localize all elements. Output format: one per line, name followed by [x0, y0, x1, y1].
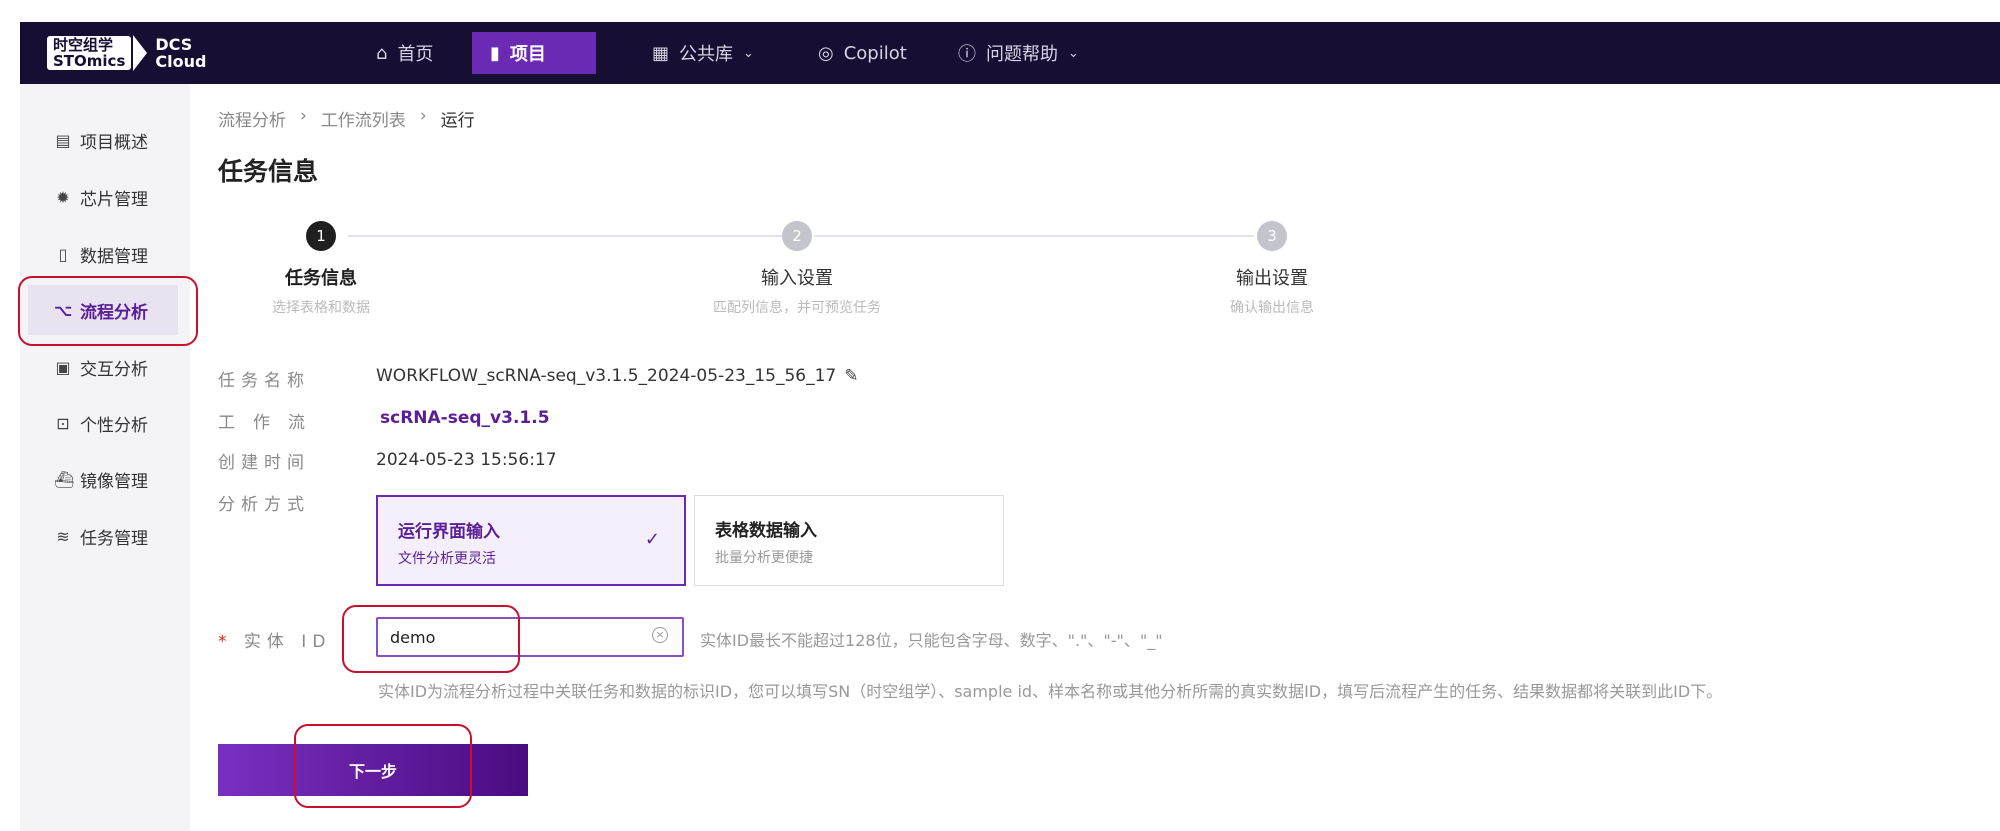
step-3-subtitle: 确认输出信息 [1230, 300, 1314, 316]
help-icon: ⓘ [958, 44, 976, 65]
data-file-icon: ▯ [58, 244, 68, 264]
layers-icon: ≋ [56, 526, 70, 546]
nav-copilot[interactable]: ◎ Copilot [800, 32, 925, 74]
workflow-icon: ⌥ [54, 300, 73, 320]
sidebar-item-image[interactable]: ⛴ 镜像管理 [28, 454, 198, 504]
breadcrumb-separator-icon: › [419, 106, 427, 126]
workflow-value: scRNA-seq_v3.1.5 [380, 408, 550, 428]
breadcrumb-separator-icon: › [300, 106, 307, 126]
logo-product-name: DCS Cloud [155, 35, 207, 71]
breadcrumb-current: 运行 [440, 111, 475, 131]
nav-public-library[interactable]: ▦ 公共库 ⌄ [634, 32, 772, 74]
grid-icon: ▦ [652, 42, 670, 64]
chevron-down-icon: ⌄ [1068, 45, 1079, 61]
sidebar-item-chip[interactable]: ✹ 芯片管理 [28, 172, 198, 222]
step-2-subtitle: 匹配列信息，并可预览任务 [713, 300, 881, 316]
check-icon: ✓ [644, 529, 660, 550]
step-1-indicator: 1 [306, 221, 336, 251]
step-connector [814, 235, 1254, 237]
sidebar: ▤ 项目概述 ✹ 芯片管理 ▯ 数据管理 ⌥ 流程分析 ▣ 交互分析 ⊡ 个性分… [20, 84, 190, 831]
step-2-title: 输入设置 [761, 268, 833, 289]
breadcrumb-item[interactable]: 工作流列表 [321, 106, 406, 131]
next-step-button[interactable]: 下一步 [218, 744, 528, 796]
sidebar-item-custom[interactable]: ⊡ 个性分析 [28, 398, 198, 448]
step-3-indicator: 3 [1257, 221, 1287, 251]
nav-project[interactable]: ▮ 项目 [472, 32, 596, 74]
logo[interactable]: 时空组学 STOmics DCS Cloud [47, 32, 206, 74]
docker-icon: ⛴ [54, 469, 75, 489]
sidebar-item-overview[interactable]: ▤ 项目概述 [28, 115, 198, 165]
sidebar-item-interactive[interactable]: ▣ 交互分析 [28, 342, 198, 392]
task-name-value: WORKFLOW_scRNA-seq_v3.1.5_2024-05-23_15_… [376, 366, 859, 386]
copilot-icon: ◎ [818, 42, 834, 64]
file-icon: ▤ [55, 130, 71, 150]
step-1-subtitle: 选择表格和数据 [272, 300, 370, 316]
breadcrumb-item[interactable]: 流程分析 [218, 106, 286, 131]
chevron-down-icon: ⌄ [743, 45, 754, 61]
image-icon: ▣ [55, 357, 71, 377]
sidebar-item-data[interactable]: ▯ 数据管理 [28, 229, 198, 279]
nav-home[interactable]: ⌂ 首页 [358, 32, 451, 74]
code-icon: ⊡ [56, 413, 70, 433]
nav-help[interactable]: ⓘ 问题帮助 ⌄ [940, 32, 1097, 74]
step-connector [348, 235, 782, 237]
chip-icon: ✹ [56, 187, 70, 207]
sidebar-item-task[interactable]: ≋ 任务管理 [28, 511, 198, 561]
mode-card-table-input[interactable]: 表格数据输入 批量分析更便捷 [694, 495, 1004, 586]
step-2-indicator: 2 [782, 221, 812, 251]
analysis-mode-label: 分析方式 [218, 495, 310, 515]
entity-id-label: * 实体 ID [218, 632, 332, 652]
logo-chevron-icon [133, 35, 148, 71]
entity-id-input[interactable] [376, 617, 684, 657]
breadcrumb: 流程分析 › 工作流列表 › 运行 [218, 106, 475, 131]
mode-card-ui-input[interactable]: 运行界面输入 文件分析更灵活 ✓ [376, 495, 686, 586]
entity-id-hint: 实体ID最长不能超过128位，只能包含字母、数字、"."、"-"、"_" [700, 631, 1163, 650]
document-icon: ▮ [490, 42, 500, 64]
page-title: 任务信息 [218, 157, 319, 186]
required-marker: * [218, 632, 233, 652]
top-navigation-bar: 时空组学 STOmics DCS Cloud ⌂ 首页 ▮ 项目 ▦ 公共库 ⌄… [20, 22, 2000, 84]
created-time-label: 创建时间 [218, 453, 310, 473]
created-time-value: 2024-05-23 15:56:17 [376, 450, 557, 470]
sidebar-item-workflow[interactable]: ⌥ 流程分析 [28, 285, 178, 335]
home-icon: ⌂ [376, 42, 388, 64]
logo-mark: 时空组学 STOmics [47, 36, 132, 70]
step-1-title: 任务信息 [285, 268, 357, 289]
task-name-label: 任务名称 [218, 371, 310, 391]
workflow-label: 工作流 [218, 413, 323, 433]
step-3-title: 输出设置 [1236, 268, 1308, 289]
clear-icon[interactable]: × [652, 627, 668, 643]
entity-id-description: 实体ID为流程分析过程中关联任务和数据的标识ID，您可以填写SN（时空组学）、s… [378, 682, 1723, 701]
pencil-icon[interactable]: ✎ [844, 366, 858, 386]
